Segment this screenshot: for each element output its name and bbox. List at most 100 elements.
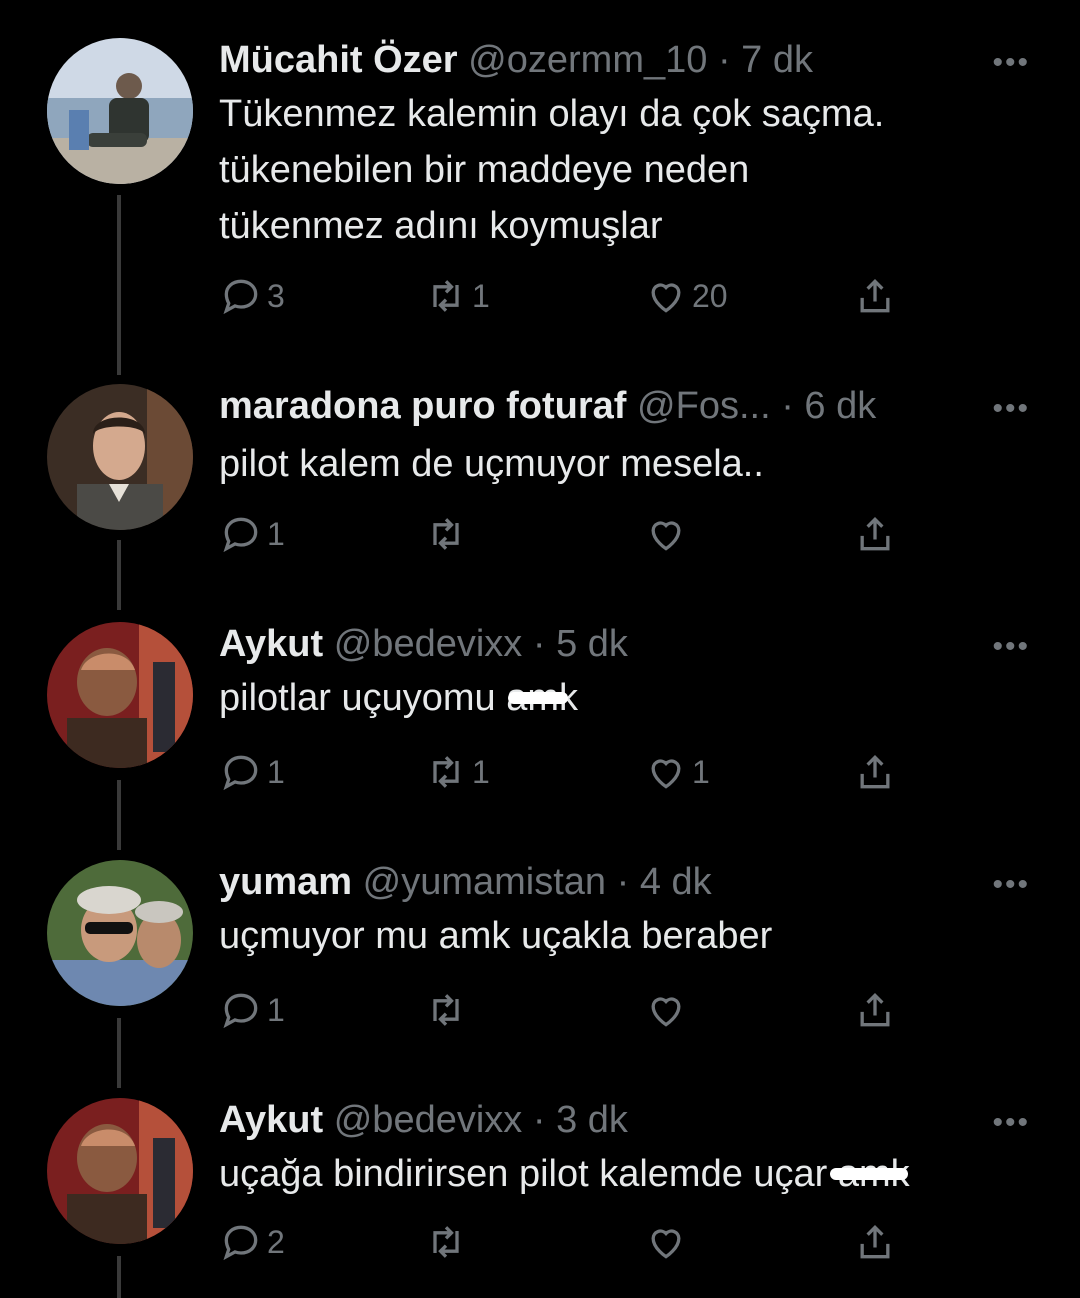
like-button[interactable] [644,512,692,556]
display-name[interactable]: yumam [219,861,352,903]
retweet-count: 1 [472,277,490,314]
retweet-icon [433,518,459,550]
heart-icon [651,997,681,1027]
separator: · [781,385,794,427]
tweet-header: maradona puro foturaf @Fos... · 6 dk [219,384,980,428]
like-count: 20 [692,277,728,314]
avatar[interactable] [47,384,193,530]
retweet-icon [433,1226,459,1258]
reply-icon [223,517,258,553]
tweet-text-line: uçağa bindirirsen pilot kalemde uçar amk [219,1153,910,1195]
timestamp[interactable]: 4 dk [640,861,712,903]
share-button[interactable] [853,988,897,1032]
share-button[interactable] [853,1220,897,1264]
censor-scribble [829,1167,908,1180]
retweet-button[interactable] [424,512,472,556]
reply-button[interactable]: 1 [219,512,285,556]
tweet-actions: 1 1 1 [219,750,919,800]
reply-count: 3 [267,277,285,314]
tweet-actions: 3 1 20 [219,274,919,324]
tweet-text-line: pilotlar uçuyomu amk [219,677,579,719]
display-name[interactable]: Mücahit Özer [219,39,458,81]
reply-icon [223,1225,258,1261]
share-icon [860,516,890,551]
reply-button[interactable]: 2 [219,1220,285,1264]
timestamp[interactable]: 3 dk [556,1099,628,1141]
more-options-icon[interactable]: ••• [992,1108,1030,1138]
tweet-text-line: tükenebilen bir maddeye neden [219,149,750,191]
separator: · [532,623,546,665]
avatar[interactable] [47,1098,193,1244]
like-button[interactable] [644,988,692,1032]
retweet-button[interactable]: 1 [424,274,490,318]
more-options-icon[interactable]: ••• [992,394,1030,424]
username[interactable]: @Fos... [637,385,771,427]
share-icon [860,278,890,313]
tweet[interactable]: maradona puro foturaf @Fos... · 6 dk •••… [0,384,1080,564]
username[interactable]: @bedevixx [334,623,523,665]
tweet[interactable]: Mücahit Özer @ozermm_10 · 7 dk ••• Tüken… [0,38,1080,338]
display-name[interactable]: Aykut [219,623,323,665]
like-button[interactable]: 20 [644,274,728,318]
censor-scribble [508,691,569,704]
share-button[interactable] [853,512,897,556]
tweet-text: pilotlar uçuyomu amk [219,670,1040,726]
timestamp[interactable]: 6 dk [804,385,876,427]
tweet[interactable]: Aykut @bedevixx · 3 dk ••• uçağa bindiri… [0,1098,1080,1278]
retweet-icon [433,994,459,1026]
avatar[interactable] [47,622,193,768]
retweet-icon [433,756,459,788]
heart-icon [651,521,681,551]
reply-count: 2 [267,1223,285,1260]
avatar[interactable] [47,860,193,1006]
retweet-button[interactable] [424,988,472,1032]
tweet[interactable]: yumam @yumamistan · 4 dk ••• uçmuyor mu … [0,860,1080,1040]
tweet-text-line: Tükenmez kalemin olayı da çok saçma. [219,93,885,135]
tweet[interactable]: Aykut @bedevixx · 5 dk ••• pilotlar uçuy… [0,622,1080,802]
retweet-button[interactable]: 1 [424,750,490,794]
display-name[interactable]: maradona puro foturaf [219,385,626,427]
timestamp[interactable]: 7 dk [741,39,813,81]
tweet-header: Aykut @bedevixx · 5 dk [219,622,980,666]
like-button[interactable]: 1 [644,750,710,794]
tweet-header: Aykut @bedevixx · 3 dk [219,1098,980,1142]
reply-button[interactable]: 1 [219,750,285,794]
reply-icon [223,755,258,791]
username[interactable]: @bedevixx [334,1099,523,1141]
tweet-header: Mücahit Özer @ozermm_10 · 7 dk [219,38,980,82]
share-icon [860,1224,890,1259]
heart-icon [651,1229,681,1259]
reply-button[interactable]: 1 [219,988,285,1032]
like-button[interactable] [644,1220,692,1264]
timestamp[interactable]: 5 dk [556,623,628,665]
more-options-icon[interactable]: ••• [992,870,1030,900]
separator: · [616,861,630,903]
heart-icon [651,759,681,789]
tweet-actions: 2 [219,1220,919,1270]
retweet-count: 1 [472,753,490,790]
tweet-text-line: tükenmez adını koymuşlar [219,205,663,247]
reply-button[interactable]: 3 [219,274,285,318]
retweet-icon [433,280,459,312]
retweet-button[interactable] [424,1220,472,1264]
tweet-actions: 1 [219,988,919,1038]
heart-icon [651,283,681,313]
tweet-text-line: pilot kalem de uçmuyor mesela.. [219,443,764,485]
share-icon [860,754,890,789]
display-name[interactable]: Aykut [219,1099,323,1141]
avatar[interactable] [47,38,193,184]
reply-count: 1 [267,753,285,790]
tweet-text: uçağa bindirirsen pilot kalemde uçar amk [219,1146,1040,1202]
tweet-text: Tükenmez kalemin olayı da çok saçma. tük… [219,86,1040,254]
reply-icon [223,279,258,315]
username[interactable]: @yumamistan [363,861,606,903]
separator: · [532,1099,546,1141]
like-count: 1 [692,753,710,790]
tweet-text: uçmuyor mu amk uçakla beraber [219,908,1040,964]
share-button[interactable] [853,750,897,794]
more-options-icon[interactable]: ••• [992,632,1030,662]
reply-count: 1 [267,515,285,552]
share-button[interactable] [853,274,897,318]
more-options-icon[interactable]: ••• [992,48,1030,78]
username[interactable]: @ozermm_10 [468,39,707,81]
